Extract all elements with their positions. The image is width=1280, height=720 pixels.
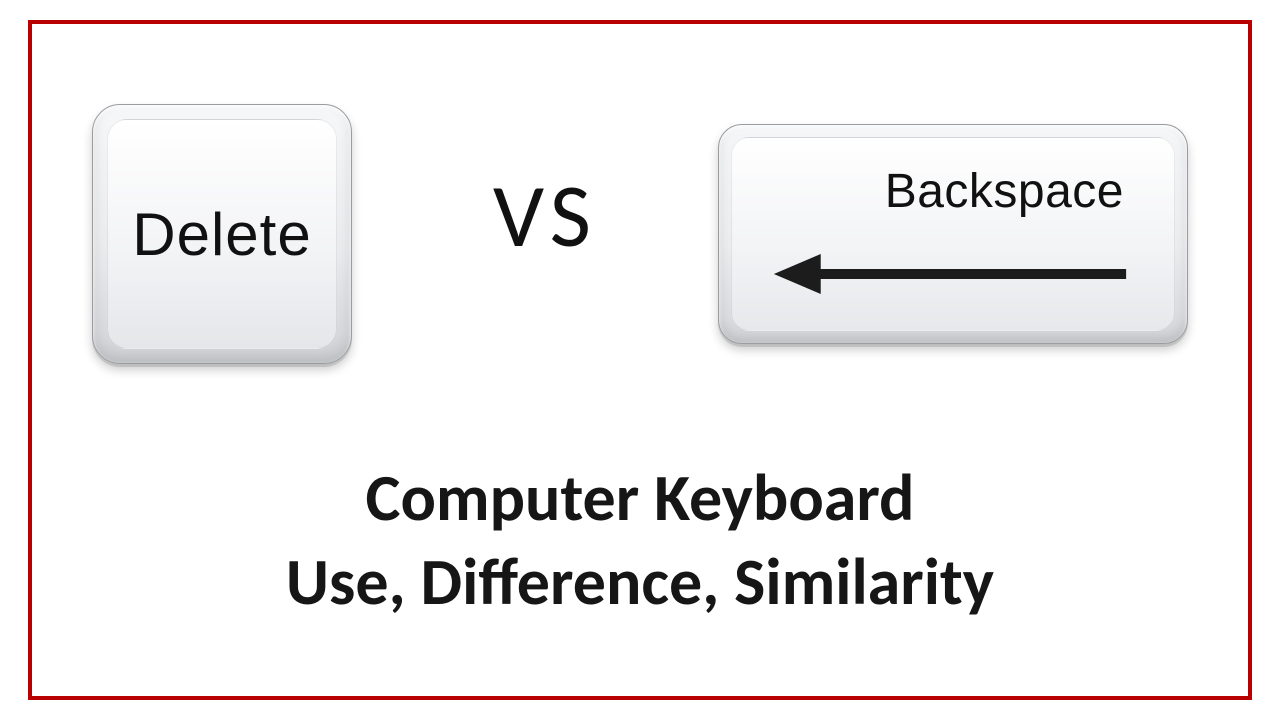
- content-frame: Delete VS Backspace Computer Keyboard Us…: [28, 20, 1252, 700]
- backspace-key-face: Backspace: [731, 137, 1175, 331]
- delete-key: Delete: [92, 104, 352, 364]
- caption-line-2: Use, Difference, Similarity: [32, 544, 1248, 620]
- caption-line-1: Computer Keyboard: [32, 460, 1248, 536]
- arrow-left-icon: [772, 250, 1128, 298]
- vs-label: VS: [493, 161, 597, 271]
- delete-key-face: Delete: [107, 119, 337, 349]
- backspace-key: Backspace: [718, 124, 1188, 344]
- delete-key-label: Delete: [132, 200, 311, 269]
- backspace-key-label: Backspace: [885, 164, 1124, 219]
- comparison-row: Delete VS Backspace: [92, 94, 1188, 374]
